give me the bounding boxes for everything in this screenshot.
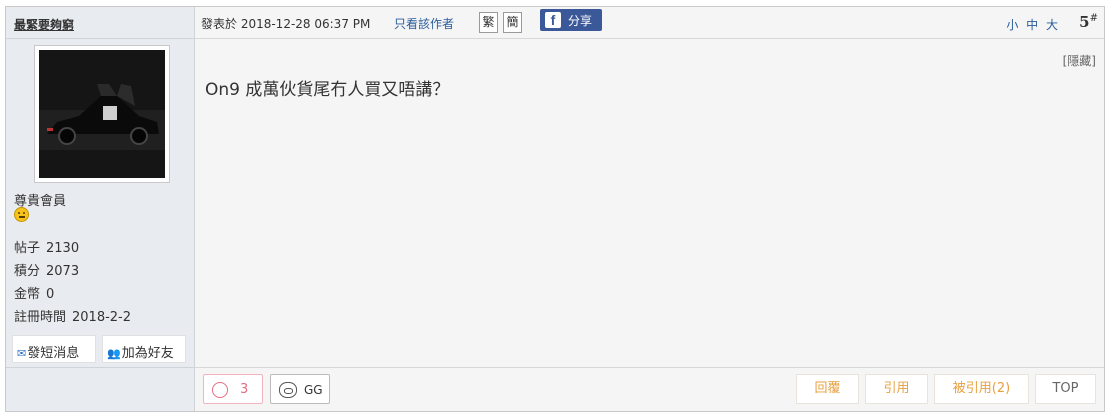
stat-value: 0 [46,287,55,302]
like-count: 3 [240,382,249,397]
simplified-button[interactable]: 簡 [503,12,522,33]
quoted-by-button[interactable]: 被引用(2) [934,374,1029,404]
hide-post-link[interactable]: [隱藏] [1063,52,1096,69]
floor-suffix: # [1089,13,1098,24]
stat-label: 金幣 [14,287,41,302]
like-button[interactable]: 3 [203,374,263,404]
username-row: 最緊要夠窮 [6,7,195,39]
post-header: 發表於 2018-12-28 06:37 PM 只看該作者 繁 簡 f 分享 小… [195,7,1104,39]
pig-icon [279,382,297,398]
only-author-link[interactable]: 只看該作者 [394,15,454,32]
post-content: On9 成萬伙貨尾冇人買又唔講？ [205,80,450,100]
gg-label: GG [304,383,323,397]
send-message-button[interactable]: ✉發短消息 [12,335,96,363]
avatar-image [39,50,165,178]
reply-button[interactable]: 回覆 [796,374,859,404]
quote-button[interactable]: 引用 [865,374,928,404]
stat-label: 帖子 [14,241,41,256]
font-size-links[interactable]: 小 中 大 [1006,16,1060,33]
stat-label: 積分 [14,264,41,279]
stat-value: 2130 [46,241,80,256]
stat-label: 註冊時間 [14,310,67,325]
stat-register-date: 註冊時間 2018-2-2 [14,306,131,329]
stat-value: 2073 [46,264,80,279]
envelope-icon: ✉ [17,347,27,360]
sidebar-footer [6,367,195,411]
user-stats: 帖子 2130 積分 2073 金幣 0 註冊時間 2018-2-2 [14,237,131,329]
stat-coins: 金幣 0 [14,283,131,306]
add-friend-button[interactable]: 👥加為好友 [102,335,186,363]
facebook-share-button[interactable]: f 分享 [540,9,602,31]
smiley-icon [14,207,29,222]
stat-points: 積分 2073 [14,260,131,283]
post-main: 發表於 2018-12-28 06:37 PM 只看該作者 繁 簡 f 分享 小… [195,7,1104,411]
gg-button[interactable]: GG [270,374,330,404]
facebook-icon: f [545,12,561,28]
traditional-button[interactable]: 繁 [479,12,498,33]
stat-posts: 帖子 2130 [14,237,131,260]
people-icon: 👥 [107,347,121,360]
stat-value: 2018-2-2 [72,310,132,325]
post-timestamp: 發表於 2018-12-28 06:37 PM [201,17,371,31]
smile-icon [212,382,228,398]
floor-number: 5# [1079,13,1098,31]
car-image [39,50,165,178]
post-footer: 3 GG 回覆 引用 被引用(2) TOP [195,367,1104,411]
post-container: 最緊要夠窮 尊貴會員 帖子 2130 積分 2073 金幣 0 註冊時間 201… [5,6,1105,412]
username-link[interactable]: 最緊要夠窮 [14,16,74,33]
top-button[interactable]: TOP [1035,374,1096,404]
share-label: 分享 [568,14,593,28]
add-friend-label: 加為好友 [121,346,174,361]
send-message-label: 發短消息 [27,346,80,361]
user-sidebar: 最緊要夠窮 尊貴會員 帖子 2130 積分 2073 金幣 0 註冊時間 201… [6,7,195,411]
floor-number-value: 5 [1079,13,1090,31]
avatar[interactable] [34,45,170,183]
